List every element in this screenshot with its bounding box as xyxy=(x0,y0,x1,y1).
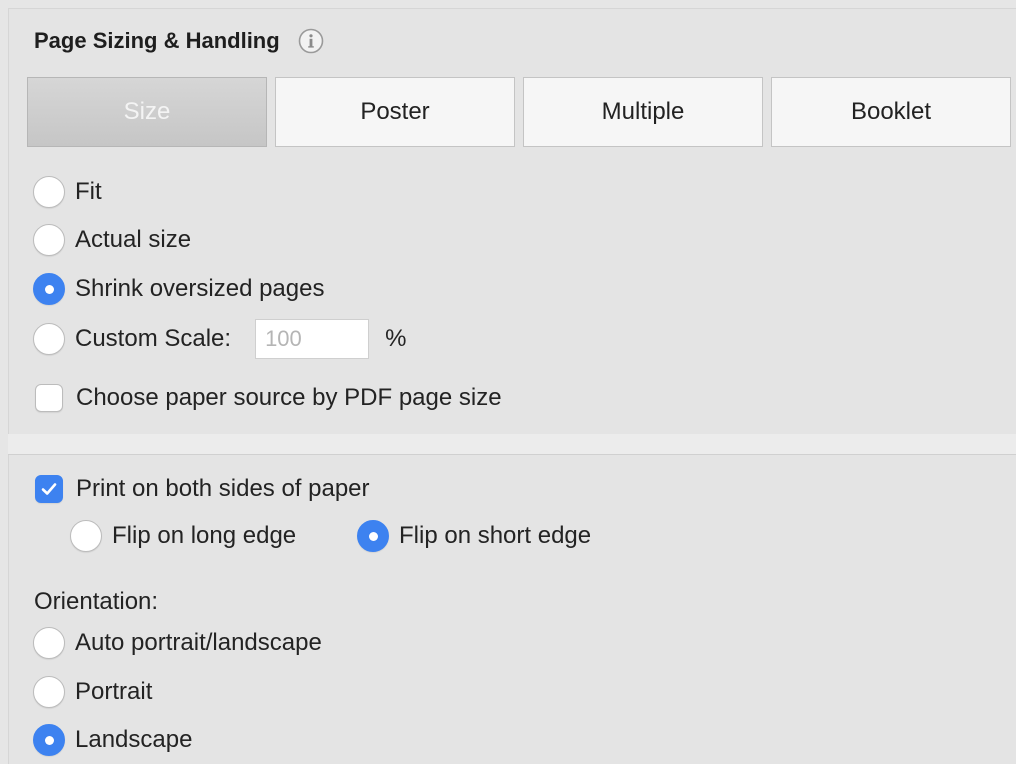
custom-scale-label: Custom Scale: xyxy=(75,325,232,352)
section-title: Page Sizing & Handling xyxy=(34,28,324,54)
option-flip-short-edge[interactable]: Flip on short edge xyxy=(357,518,591,554)
flip-short-edge-radio[interactable] xyxy=(357,520,389,552)
print-both-sides-checkbox[interactable] xyxy=(35,475,63,503)
auto-orientation-radio[interactable] xyxy=(33,627,65,659)
percent-unit: % xyxy=(385,325,407,352)
option-paper-source[interactable]: Choose paper source by PDF page size xyxy=(35,380,502,416)
checkmark-icon xyxy=(41,483,57,495)
option-custom-scale[interactable]: Custom Scale: 100 % xyxy=(33,318,406,360)
option-portrait[interactable]: Portrait xyxy=(33,674,152,710)
orientation-label: Orientation: xyxy=(34,588,159,615)
option-flip-long-edge[interactable]: Flip on long edge xyxy=(70,518,296,554)
actual-size-label: Actual size xyxy=(75,226,192,253)
portrait-radio[interactable] xyxy=(33,676,65,708)
flip-long-edge-label: Flip on long edge xyxy=(112,522,297,549)
actual-size-radio[interactable] xyxy=(33,224,65,256)
info-icon[interactable] xyxy=(298,28,324,54)
shrink-oversized-label: Shrink oversized pages xyxy=(75,275,325,302)
option-landscape[interactable]: Landscape xyxy=(33,722,192,758)
option-actual-size[interactable]: Actual size xyxy=(33,222,191,258)
option-auto-orientation[interactable]: Auto portrait/landscape xyxy=(33,625,322,661)
landscape-label: Landscape xyxy=(75,726,193,753)
tab-booklet[interactable]: Booklet xyxy=(771,77,1011,147)
paper-source-checkbox[interactable] xyxy=(35,384,63,412)
tab-size[interactable]: Size xyxy=(27,77,267,147)
fit-label: Fit xyxy=(75,178,102,205)
option-print-both-sides[interactable]: Print on both sides of paper xyxy=(35,471,370,507)
option-shrink-oversized[interactable]: Shrink oversized pages xyxy=(33,271,324,307)
portrait-label: Portrait xyxy=(75,678,153,705)
auto-orientation-label: Auto portrait/landscape xyxy=(75,629,322,656)
tab-poster[interactable]: Poster xyxy=(275,77,515,147)
print-both-sides-label: Print on both sides of paper xyxy=(76,475,370,502)
flip-short-edge-label: Flip on short edge xyxy=(399,522,592,549)
custom-scale-input[interactable]: 100 xyxy=(255,319,370,359)
orientation-heading: Orientation: xyxy=(34,584,158,620)
fit-radio[interactable] xyxy=(33,176,65,208)
section-title-text: Page Sizing & Handling xyxy=(34,28,280,53)
landscape-radio[interactable] xyxy=(33,724,65,756)
paper-source-label: Choose paper source by PDF page size xyxy=(76,384,502,411)
custom-scale-radio[interactable] xyxy=(33,323,65,355)
section-divider xyxy=(8,434,1016,455)
sizing-mode-tabs: Size Poster Multiple Booklet xyxy=(27,77,1011,147)
flip-long-edge-radio[interactable] xyxy=(70,520,102,552)
option-fit[interactable]: Fit xyxy=(33,174,102,210)
shrink-oversized-radio[interactable] xyxy=(33,273,65,305)
tab-multiple[interactable]: Multiple xyxy=(523,77,763,147)
